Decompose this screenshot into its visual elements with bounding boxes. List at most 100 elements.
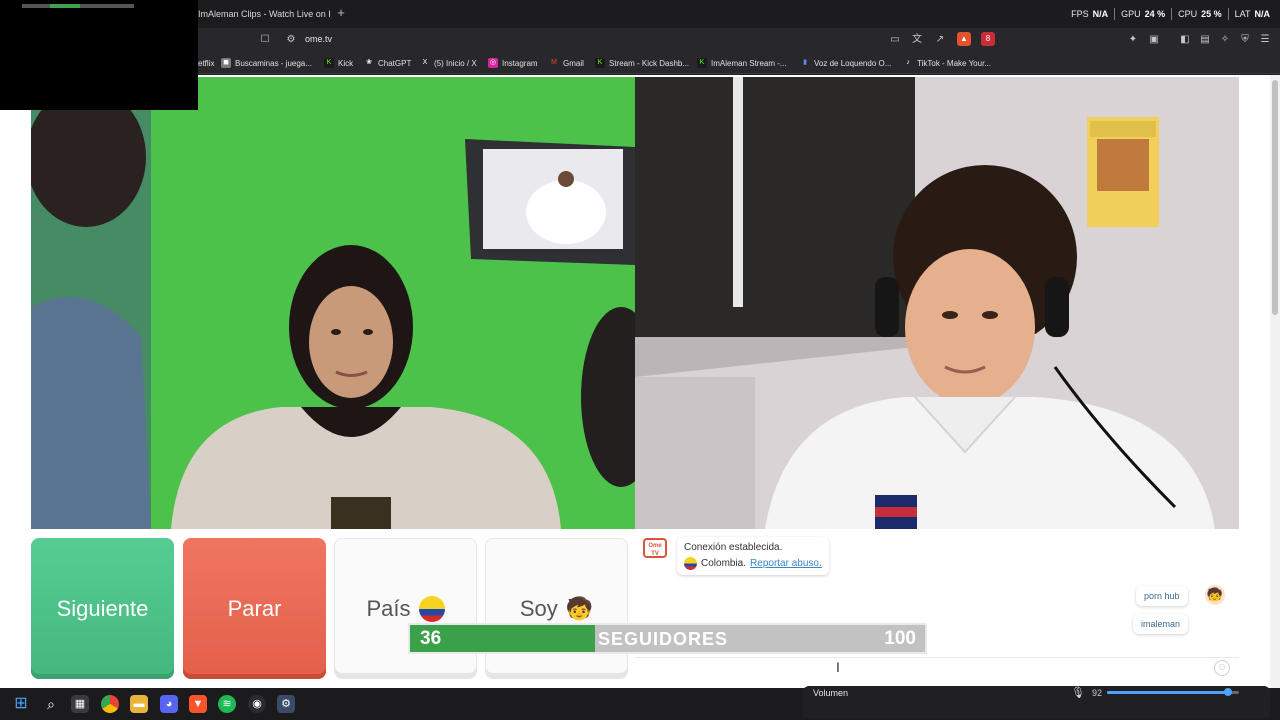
stat-label: CPU — [1178, 9, 1198, 19]
bookmark-icon[interactable]: ☐ — [258, 33, 272, 47]
overlay-progress-fill — [50, 4, 80, 8]
bookmark-tiktok[interactable]: ♪ TikTok - Make Your... — [903, 56, 991, 70]
stat-value: 24 % — [1144, 9, 1166, 19]
wallet-icon[interactable]: ▤ — [1198, 33, 1212, 47]
cpu-stat: CPU 25 % — [1178, 9, 1222, 19]
volume-slider-fill — [1107, 691, 1229, 694]
vpn-icon[interactable]: ⛨ — [1238, 33, 1252, 47]
country-filter-button[interactable]: País — [334, 538, 477, 679]
bookmark-instagram[interactable]: ◎ Instagram — [488, 56, 538, 70]
stop-button-label: Parar — [227, 595, 282, 621]
bookmark-label: Stream - Kick Dashb... — [609, 58, 690, 68]
windows-start-icon[interactable]: ⊞ — [12, 695, 30, 713]
performance-overlay: FPS N/A GPU 24 % CPU 25 % LAT N/A — [1071, 0, 1270, 28]
chat-input[interactable] — [635, 657, 1239, 681]
file-explorer-icon[interactable]: ▬ — [130, 695, 148, 713]
bookmark-label: Kick — [338, 58, 354, 68]
settings-icon[interactable]: ⚙ — [277, 695, 295, 713]
follower-goal-target: 100 — [884, 628, 916, 649]
emoji-icon[interactable]: ☺ — [1214, 660, 1230, 676]
menu-icon[interactable]: ☰ — [1258, 33, 1272, 47]
gender-button[interactable]: Soy 🧒 — [485, 538, 628, 679]
bookmark-label: ImAleman Stream -... — [711, 58, 787, 68]
stat-value: N/A — [1092, 9, 1109, 19]
kick-icon: K — [324, 58, 334, 68]
extensions-icon[interactable]: ✦ — [1126, 33, 1140, 47]
new-tab-button[interactable]: + — [334, 4, 348, 22]
task-view-icon[interactable]: ▦ — [71, 695, 89, 713]
bookmark-kick-dashboard[interactable]: K Stream - Kick Dashb... — [595, 56, 689, 70]
bookmark-label: Buscaminas - juega... — [235, 58, 312, 68]
next-button[interactable]: Siguiente — [31, 538, 174, 679]
follower-goal-label: SEGUIDORES — [598, 629, 729, 649]
brave-shields-icon[interactable]: ▲ — [957, 32, 971, 46]
site-info-icon[interactable]: ⚙ — [284, 33, 298, 47]
follower-goal-bar: 36 SEGUIDORES 100 — [408, 623, 927, 654]
bookmark-x[interactable]: X (5) Inicio / X — [420, 56, 477, 70]
discord-icon[interactable]: ◕ — [160, 695, 178, 713]
lat-stat: LAT N/A — [1235, 9, 1270, 19]
obs-icon[interactable]: ◉ — [248, 695, 266, 713]
report-abuse-link[interactable]: Reportar abuso. — [750, 558, 822, 569]
brave-rewards-icon[interactable]: 8 — [981, 32, 995, 46]
bookmark-kick[interactable]: K Kick — [324, 56, 353, 70]
bookmark-chatgpt[interactable]: ❀ ChatGPT — [364, 56, 411, 70]
country-filter-label: País — [366, 595, 411, 621]
tab-search-icon[interactable]: ▣ — [1147, 33, 1161, 47]
kick-icon: K — [595, 58, 605, 68]
minesweeper-icon: ◼ — [221, 58, 231, 68]
stranger-country: Colombia. — [701, 558, 747, 569]
chat-message: porn hub — [1136, 586, 1188, 606]
volume-label: Volumen — [813, 688, 849, 698]
divider — [1171, 8, 1173, 20]
translate-icon[interactable]: 文 — [910, 33, 924, 47]
bookmark-label: TikTok - Make Your... — [917, 58, 991, 68]
boy-avatar-icon: 🧒 — [565, 595, 594, 621]
microphone-icon[interactable]: 🎙 — [1071, 686, 1085, 699]
colombia-flag-icon — [418, 595, 445, 622]
ometv-logo-icon: Ome TV — [643, 538, 667, 558]
x-icon: X — [420, 58, 430, 68]
screen: ImAleman Clips - Watch Live on Kick + FP… — [0, 0, 1280, 720]
browser-tab[interactable]: ImAleman Clips - Watch Live on Kick — [190, 3, 330, 25]
stranger-video-frame — [31, 77, 635, 529]
self-avatar-icon: 🧒 — [1205, 585, 1225, 605]
stat-label: FPS — [1071, 9, 1089, 19]
bookmark-imaleman-stream[interactable]: K ImAleman Stream -... — [697, 56, 787, 70]
page-scrollbar[interactable] — [1270, 75, 1280, 688]
scrollbar-thumb[interactable] — [1272, 80, 1278, 315]
bookmark-label: etflix — [198, 58, 215, 68]
bookmark-buscaminas[interactable]: ◼ Buscaminas - juega... — [221, 56, 312, 70]
stop-button[interactable]: Parar — [183, 538, 326, 679]
spotify-icon[interactable]: ≋ — [218, 695, 236, 713]
chat-message: imaleman — [1133, 614, 1189, 634]
self-video — [635, 77, 1239, 529]
stat-label: GPU — [1121, 9, 1141, 19]
bookmark-loquendo[interactable]: ▮ Voz de Loquendo O... — [800, 56, 891, 70]
bookmark-label: Voz de Loquendo O... — [814, 58, 892, 68]
stranger-video — [31, 77, 635, 529]
bookmark-netflix[interactable]: etflix — [198, 56, 214, 70]
system-message: Conexión establecida. Colombia. Reportar… — [677, 537, 829, 575]
search-icon[interactable]: ⌕ — [42, 695, 60, 713]
volume-value: 92 — [1092, 688, 1103, 698]
bookmark-label: ChatGPT — [378, 58, 412, 68]
cast-icon[interactable]: ▭ — [888, 33, 902, 47]
colombia-flag-icon — [684, 557, 697, 570]
sidebar-icon[interactable]: ◧ — [1178, 33, 1192, 47]
leo-ai-icon[interactable]: ✧ — [1218, 33, 1232, 47]
url-field[interactable]: ome.tv — [305, 34, 332, 44]
volume-slider[interactable] — [1107, 688, 1239, 696]
share-icon[interactable]: ↗ — [933, 33, 947, 47]
gpu-stat: GPU 24 % — [1121, 9, 1165, 19]
follower-goal-current: 36 — [420, 628, 442, 649]
bookmark-label: (5) Inicio / X — [434, 58, 477, 68]
bookmark-gmail[interactable]: M Gmail — [549, 56, 584, 70]
stat-value: 25 % — [1201, 9, 1222, 19]
brave-icon[interactable]: ▼ — [189, 695, 207, 713]
chrome-icon[interactable] — [101, 695, 119, 713]
instagram-icon: ◎ — [488, 58, 498, 68]
bookmark-label: Gmail — [563, 58, 584, 68]
stat-label: LAT — [1234, 9, 1251, 19]
self-video-frame — [635, 77, 1239, 529]
